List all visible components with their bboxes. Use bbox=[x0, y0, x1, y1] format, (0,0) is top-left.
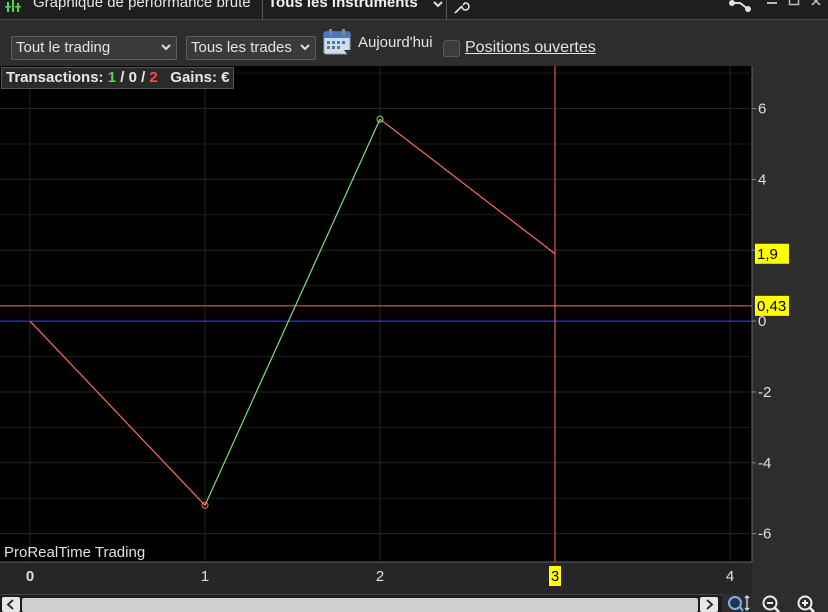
losses-count: 2 bbox=[149, 69, 158, 86]
chevron-down-icon bbox=[300, 44, 310, 51]
minimize-icon[interactable] bbox=[766, 0, 778, 6]
zoom-fit-icon[interactable] bbox=[726, 594, 750, 612]
x-tick-label: 4 bbox=[726, 568, 734, 585]
scroll-right-button[interactable] bbox=[700, 597, 718, 612]
chevron-down-icon[interactable] bbox=[432, 0, 444, 11]
title-separator bbox=[446, 0, 447, 20]
y-tick-label: -6 bbox=[758, 526, 771, 543]
scope-select-value: Tout le trading bbox=[16, 39, 111, 56]
scope-select[interactable]: Tout le trading bbox=[11, 36, 177, 60]
open-positions-link[interactable]: Positions ouvertes bbox=[465, 39, 596, 57]
watermark: ProRealTime Trading bbox=[4, 544, 146, 561]
gains-label: Gains: bbox=[170, 69, 217, 86]
scroll-thumb[interactable] bbox=[22, 598, 698, 612]
gains-currency: € bbox=[221, 69, 230, 86]
y-tick-label: 6 bbox=[758, 101, 766, 118]
chevron-left-icon bbox=[6, 599, 14, 610]
plot-background bbox=[0, 66, 752, 562]
title-bar: Graphique de performance brute Tous les … bbox=[0, 0, 828, 20]
average-value-label: 0,43 bbox=[757, 298, 786, 315]
y-tick-label: 4 bbox=[758, 171, 766, 188]
scroll-left-button[interactable] bbox=[2, 597, 20, 612]
cursor-x-label: 3 bbox=[551, 568, 559, 585]
x-tick-label: 2 bbox=[376, 568, 384, 585]
instrument-selector[interactable]: Tous les instruments bbox=[268, 0, 418, 11]
open-positions-checkbox[interactable] bbox=[443, 40, 460, 57]
transactions-label: Transactions: bbox=[6, 69, 104, 86]
title-separator bbox=[262, 0, 263, 20]
bar-chart-icon bbox=[5, 0, 21, 12]
x-tick-label: 1 bbox=[201, 568, 209, 585]
close-icon[interactable] bbox=[810, 0, 822, 6]
y-tick-label: -2 bbox=[758, 384, 771, 401]
chevron-right-icon bbox=[706, 599, 714, 610]
trades-select-value: Tous les trades bbox=[191, 39, 292, 56]
network-icon[interactable] bbox=[728, 0, 754, 14]
last-value-label: 1,9 bbox=[757, 246, 778, 263]
transactions-summary: Transactions: 1 / 0 / 2 Gains: € bbox=[1, 67, 235, 89]
y-tick-label: -4 bbox=[758, 455, 771, 472]
wrench-icon[interactable] bbox=[452, 0, 470, 16]
toolbar: Tout le trading Tous les trades Aujourd'… bbox=[0, 21, 828, 65]
performance-chart[interactable]: 6420-2-4-6012341,90,43 bbox=[0, 66, 828, 594]
trades-select[interactable]: Tous les trades bbox=[186, 36, 316, 60]
wins-count: 1 bbox=[107, 69, 117, 86]
window-title: Graphique de performance brute bbox=[33, 0, 251, 11]
maximize-icon[interactable] bbox=[788, 0, 800, 6]
x-tick-label: 0 bbox=[26, 568, 34, 585]
date-label[interactable]: Aujourd'hui bbox=[358, 34, 433, 51]
chart-area[interactable]: 6420-2-4-6012341,90,43 Transactions: 1 /… bbox=[0, 66, 828, 594]
chevron-down-icon bbox=[161, 44, 171, 51]
horizontal-scrollbar[interactable] bbox=[0, 594, 722, 612]
zoom-in-icon[interactable] bbox=[795, 594, 819, 612]
calendar-icon[interactable] bbox=[322, 28, 354, 58]
zoom-out-icon[interactable] bbox=[760, 594, 784, 612]
performance-chart-window: Graphique de performance brute Tous les … bbox=[0, 0, 828, 612]
neutral-count: 0 bbox=[128, 69, 137, 86]
